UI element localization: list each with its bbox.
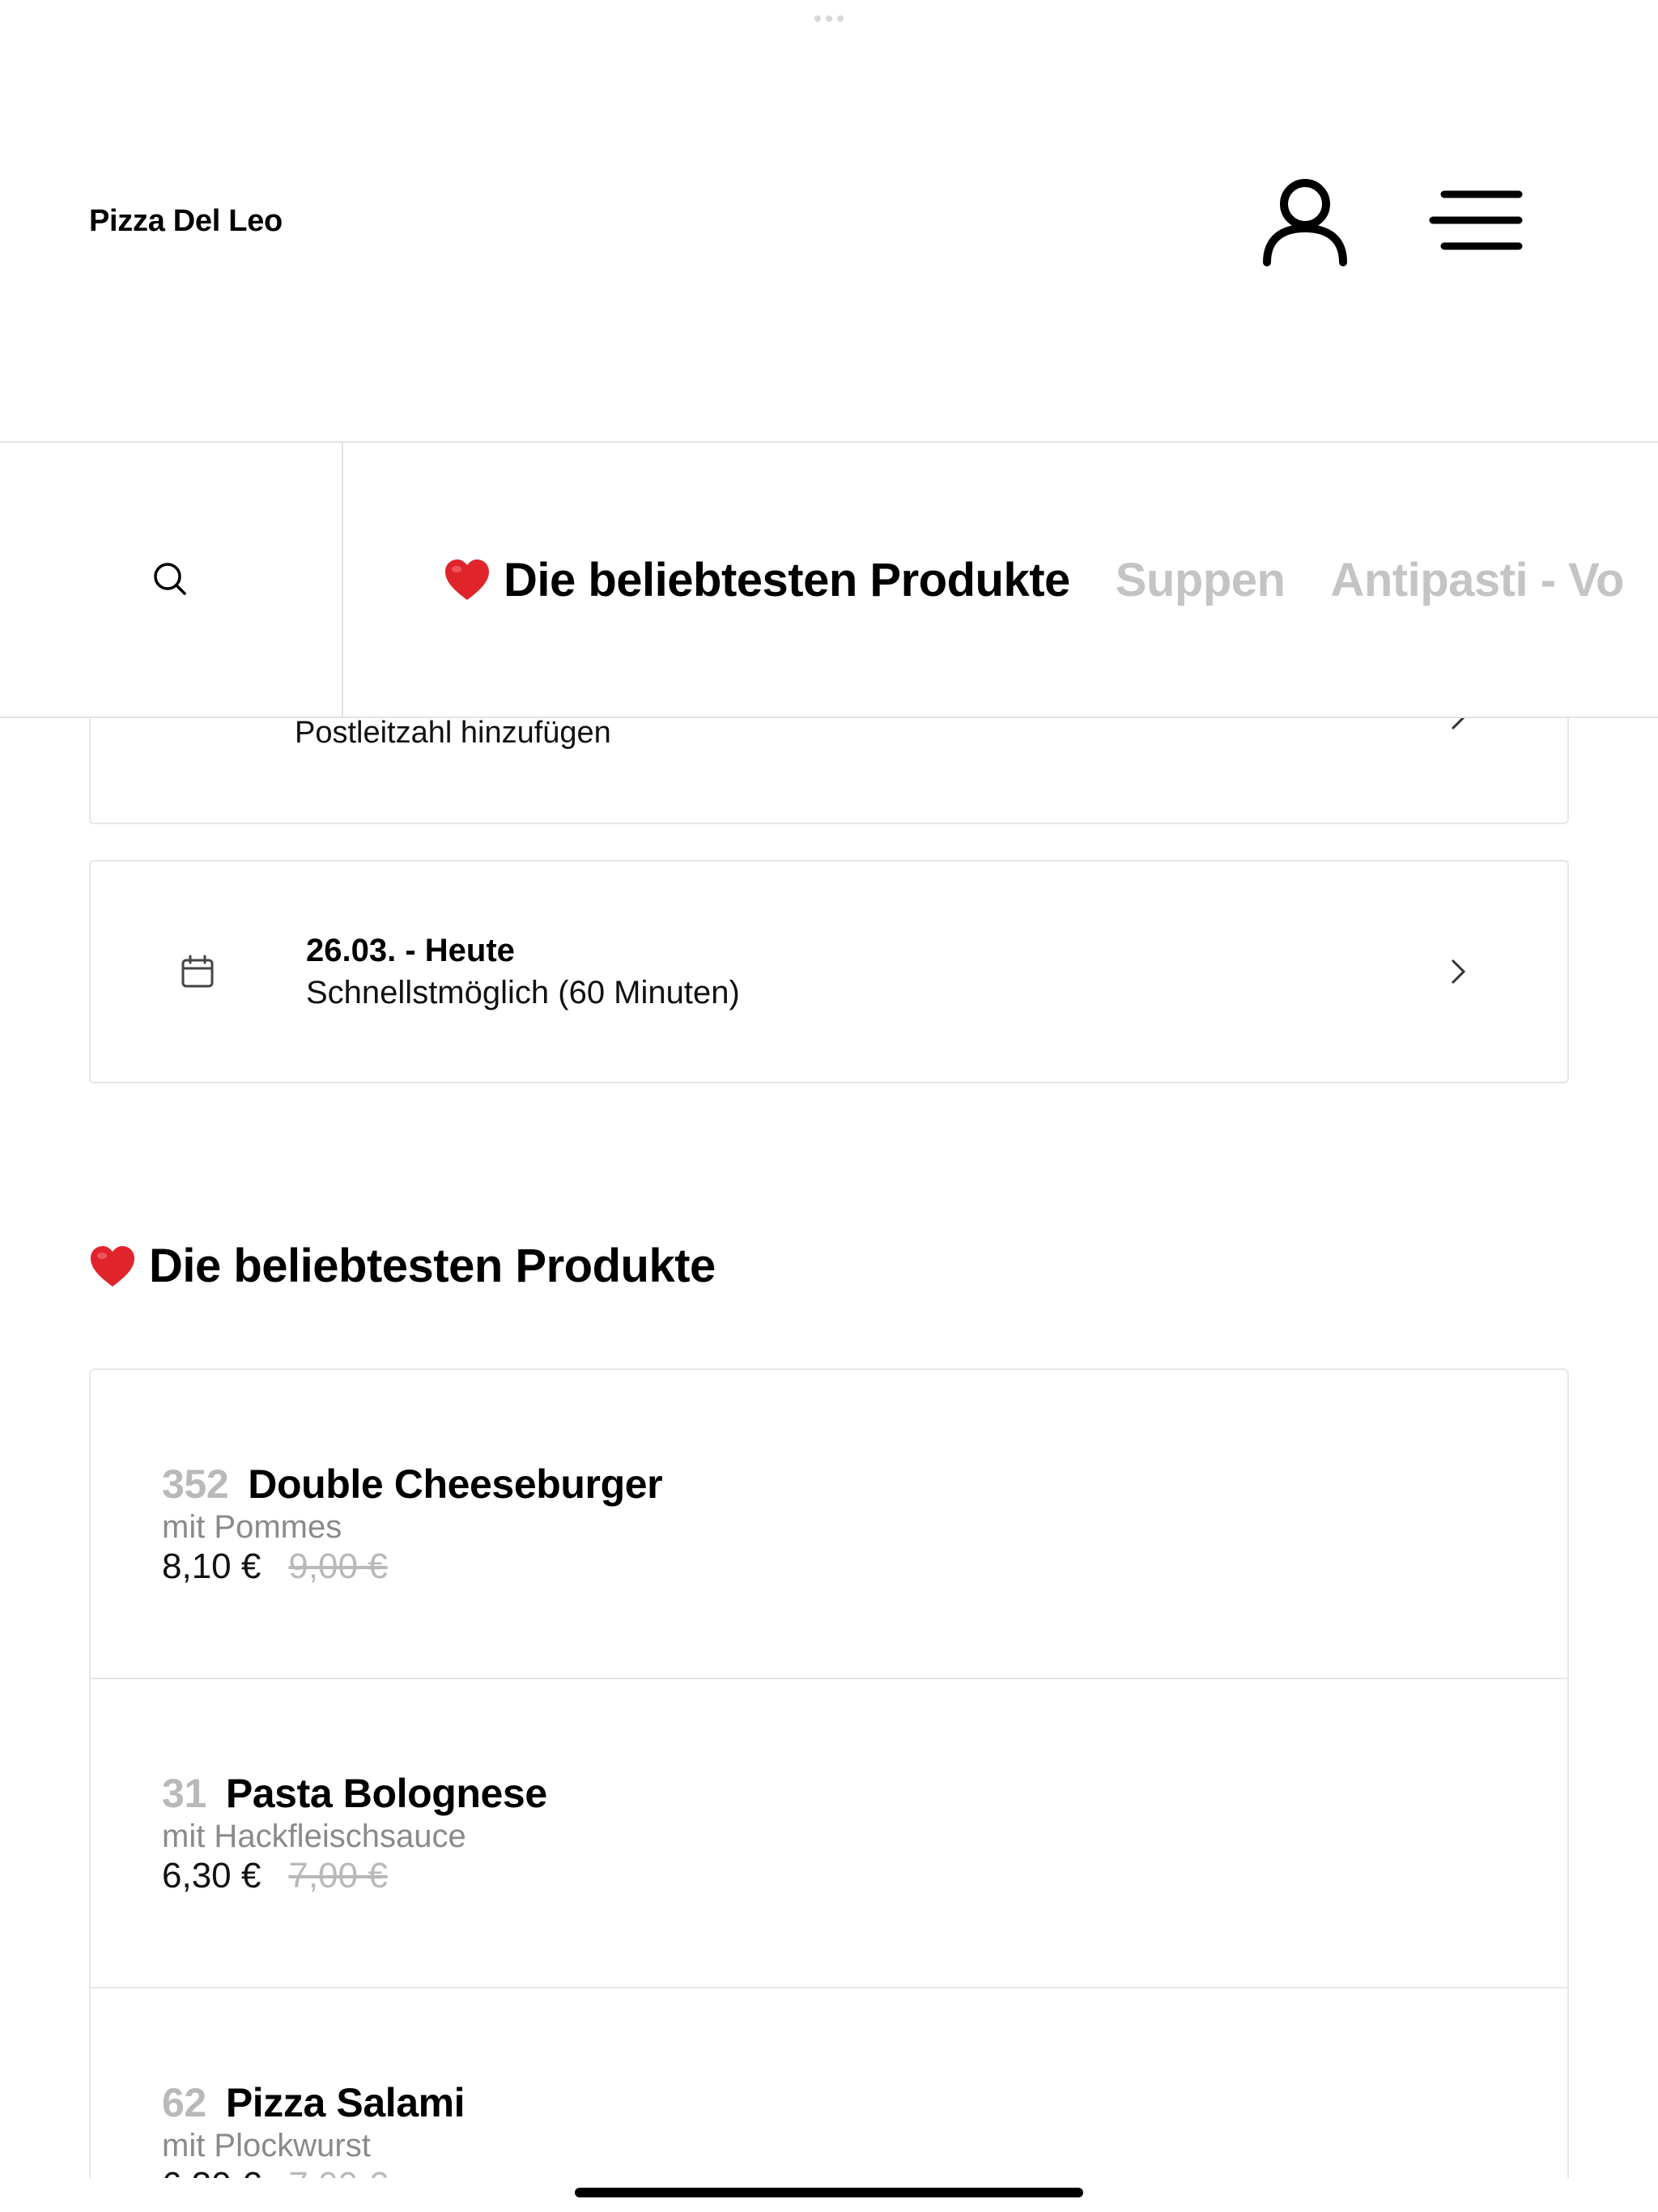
account-button[interactable] <box>1256 172 1354 275</box>
product-title: 352 Double Cheeseburger <box>162 1461 663 1508</box>
product-price: 6,30 € <box>162 2165 261 2178</box>
tab-antipasti[interactable]: Antipasti - Vo <box>1330 553 1624 607</box>
drag-dot <box>837 15 844 22</box>
tab-suppen[interactable]: Suppen <box>1116 553 1286 607</box>
section-title: Die beliebtesten Produkte <box>89 1239 716 1293</box>
tab-popular-products[interactable]: Die beliebtesten Produkte <box>444 553 1070 607</box>
product-description: mit Pommes <box>162 1509 342 1545</box>
postal-code-label: Postleitzahl hinzufügen <box>295 716 611 750</box>
product-price-row: 6,30 € 7,00 € <box>162 2165 388 2178</box>
product-name: Pasta Bolognese <box>225 1771 547 1816</box>
brand-name[interactable]: Pizza Del Leo <box>89 204 283 239</box>
drag-dot <box>814 15 821 22</box>
drag-dot <box>826 15 832 22</box>
heart-icon <box>91 1245 134 1287</box>
product-old-price: 9,00 € <box>288 1546 388 1586</box>
product-title: 62 Pizza Salami <box>162 2079 466 2126</box>
product-item[interactable]: 31 Pasta Bolognese mit Hackfleischsauce 6… <box>91 1679 1567 1989</box>
chevron-right-icon <box>1451 959 1466 985</box>
product-number: 352 <box>162 1461 229 1507</box>
product-item[interactable]: 62 Pizza Salami mit Plockwurst 6,30 € 7,00… <box>91 1989 1567 2178</box>
product-price: 6,30 € <box>162 1856 261 1895</box>
tab-label: Antipasti - Vo <box>1330 553 1624 606</box>
section-title-label: Die beliebtesten Produkte <box>149 1240 716 1292</box>
delivery-date: 26.03. - Heute <box>306 933 515 968</box>
menu-button[interactable] <box>1428 180 1525 261</box>
hamburger-menu-icon <box>1429 190 1523 250</box>
product-name: Pizza Salami <box>225 2080 466 2125</box>
product-title: 31 Pasta Bolognese <box>162 1770 547 1817</box>
product-old-price: 7,00 € <box>288 2165 387 2178</box>
search-icon <box>154 563 186 595</box>
drag-handle[interactable] <box>813 15 845 23</box>
product-price-row: 6,30 € 7,00 € <box>162 1856 388 1896</box>
user-icon <box>1263 179 1347 266</box>
category-tabs: Die beliebtesten Produkte Suppen Antipas… <box>444 443 1624 717</box>
product-price: 8,10 € <box>162 1546 261 1586</box>
heart-icon <box>445 559 489 600</box>
product-item[interactable]: 352 Double Cheeseburger mit Pommes 8,10 €… <box>91 1370 1567 1679</box>
product-old-price: 7,00 € <box>288 1856 388 1895</box>
product-number: 62 <box>162 2080 206 2125</box>
product-name: Double Cheeseburger <box>248 1461 663 1507</box>
product-price-row: 8,10 € 9,00 € <box>162 1546 388 1587</box>
calendar-icon <box>181 955 214 988</box>
product-number: 31 <box>162 1771 206 1816</box>
home-indicator[interactable] <box>575 2188 1083 2197</box>
category-nav: Die beliebtesten Produkte Suppen Antipas… <box>0 441 1658 718</box>
tab-label: Suppen <box>1115 553 1286 606</box>
product-list: 352 Double Cheeseburger mit Pommes 8,10 €… <box>89 1368 1569 2178</box>
delivery-time-card[interactable] <box>89 860 1569 1083</box>
product-description: mit Hackfleischsauce <box>162 1819 466 1854</box>
search-button[interactable] <box>147 555 195 604</box>
tab-label: Die beliebtesten Produkte <box>504 553 1070 606</box>
product-description: mit Plockwurst <box>162 2128 371 2163</box>
search-cell <box>0 443 343 717</box>
delivery-time-option: Schnellstmöglich (60 Minuten) <box>306 975 740 1010</box>
